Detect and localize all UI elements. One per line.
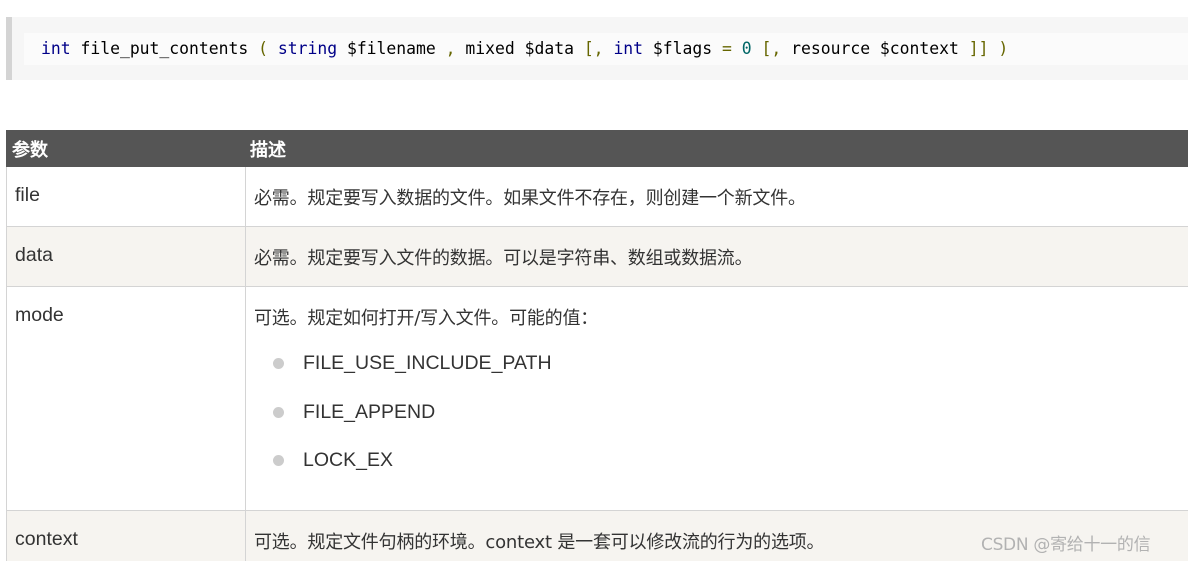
table-header-row: 参数 描述 [6,130,1188,167]
option-label: FILE_USE_INCLUDE_PATH [303,352,552,374]
table-row: data 必需。规定要写入文件的数据。可以是字符串、数组或数据流。 [6,226,1188,287]
code-token: ( [258,39,268,58]
header-desc: 描述 [245,130,1188,167]
table-row: mode 可选。规定如何打开/写入文件。可能的值： FILE_USE_INCLU… [6,286,1188,511]
code-token: mixed $data [455,39,584,58]
code-token: ]] [968,39,989,58]
bullet-icon [273,455,284,466]
code-token: $filename [337,39,446,58]
code-token: , [445,39,456,58]
bullet-icon [273,358,284,369]
code-token: int [41,39,71,58]
code-token: int [613,39,644,58]
param-name: mode [15,304,64,326]
param-name: context [15,528,78,550]
bullet-icon [273,406,284,418]
code-token: file_put_contents [70,39,259,58]
mode-options-list: FILE_USE_INCLUDE_PATH FILE_APPEND LOCK_E… [254,348,1180,494]
list-item: FILE_APPEND [272,397,1180,446]
list-item: LOCK_EX [272,445,1180,494]
code-signature: int file_put_contents ( string $filename… [41,38,1008,60]
watermark: CSDN @寄给十一的信 [981,535,1151,555]
code-token: $flags [643,39,722,58]
param-description: 可选。规定文件句柄的环境。context 是一套可以修改流的行为的选项。 [254,532,825,553]
param-description: 可选。规定如何打开/写入文件。可能的值： [254,308,599,329]
header-param: 参数 [6,130,246,167]
code-token: 0 [741,39,752,58]
param-name: file [15,184,40,206]
option-label: LOCK_EX [303,449,393,471]
code-token: string [277,39,338,58]
option-label: FILE_APPEND [303,400,436,423]
code-token: ) [998,39,1009,58]
code-token: [, [583,39,604,58]
code-token: resource $context [781,39,969,58]
code-block: int file_put_contents ( string $filename… [6,17,1188,80]
code-token: = [722,39,732,58]
parameter-table: 参数 描述 file 必需。规定要写入数据的文件。如果文件不存在，则创建一个新文… [6,130,1188,561]
param-name: data [15,244,53,266]
table-row: file 必需。规定要写入数据的文件。如果文件不存在，则创建一个新文件。 [6,166,1188,227]
param-description: 必需。规定要写入文件的数据。可以是字符串、数组或数据流。 [254,248,753,269]
list-item: FILE_USE_INCLUDE_PATH [272,348,1180,397]
code-line-highlight: int file_put_contents ( string $filename… [24,33,1188,65]
code-token: [, [761,39,782,58]
page: int file_put_contents ( string $filename… [0,0,1188,561]
param-description: 必需。规定要写入数据的文件。如果文件不存在，则创建一个新文件。 [254,188,806,209]
